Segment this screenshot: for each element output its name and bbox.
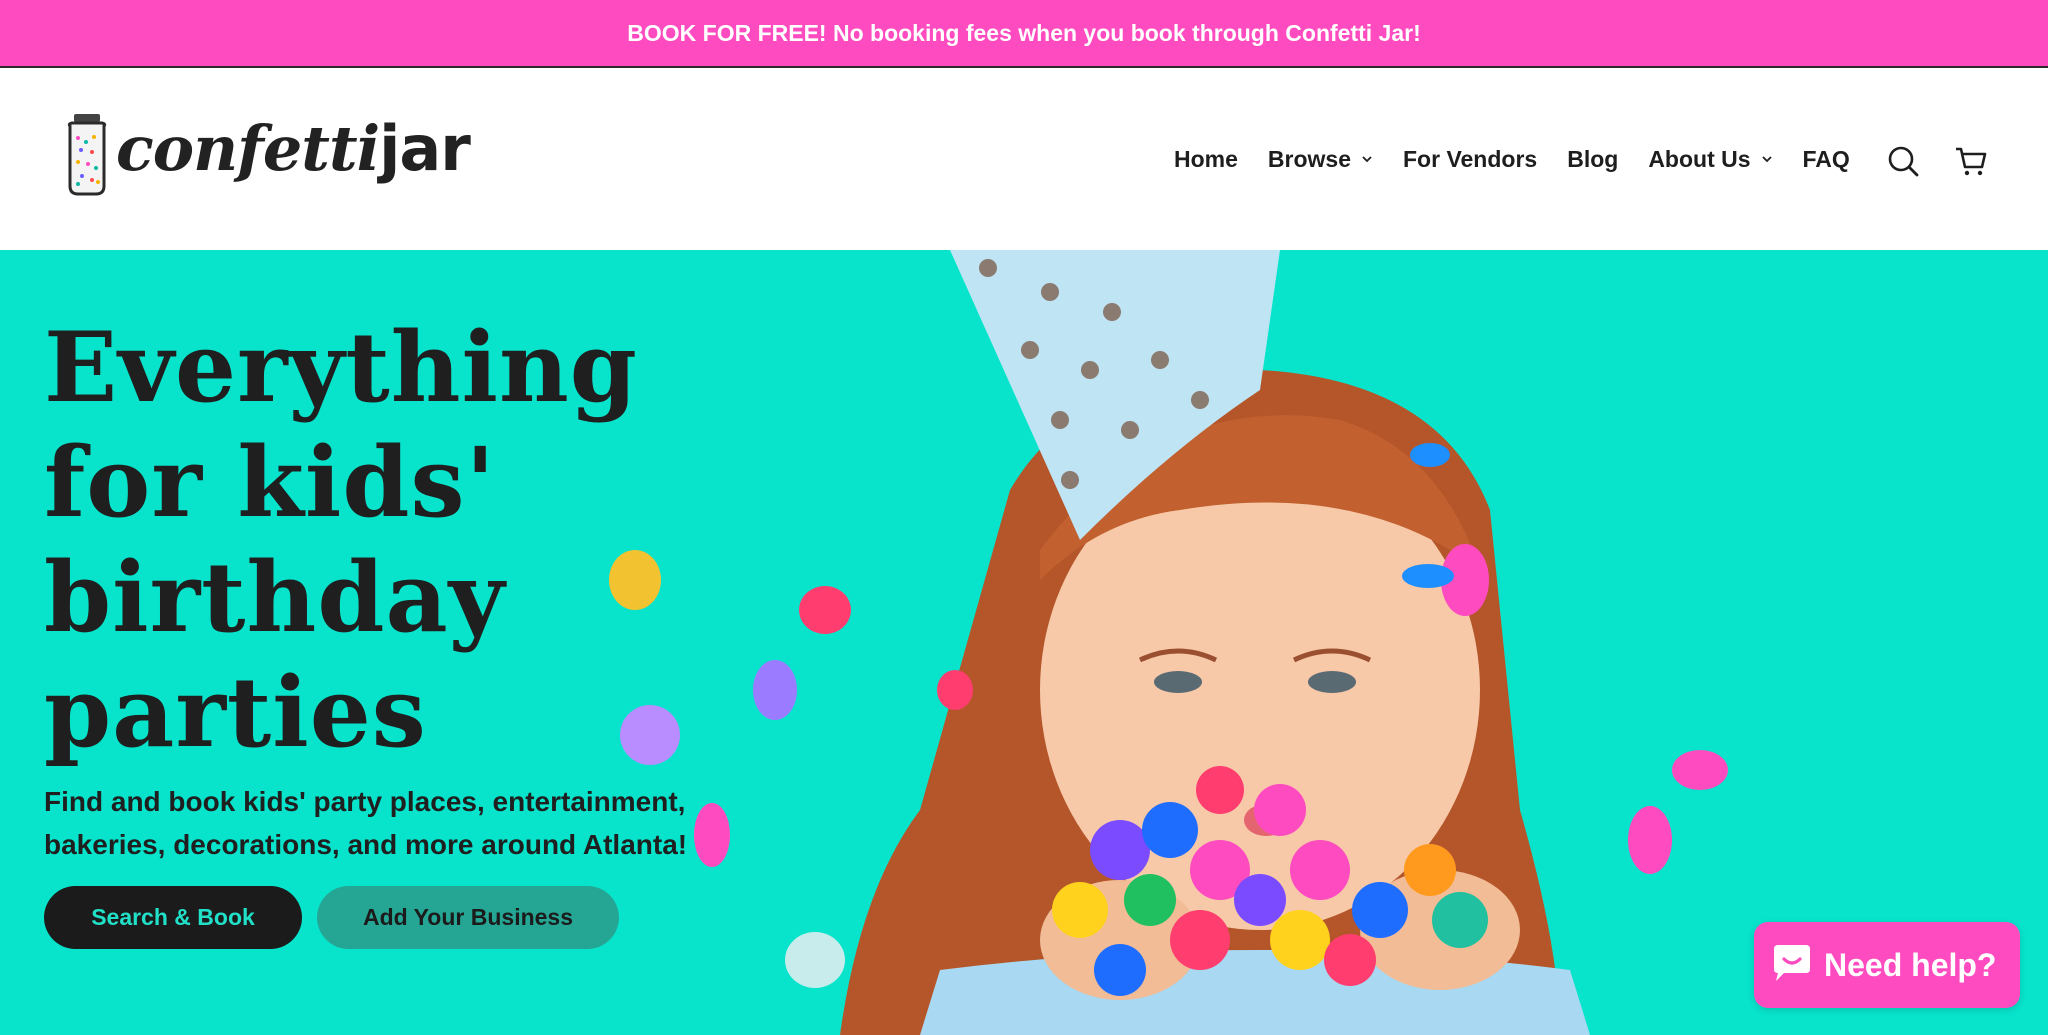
- chat-bubble-icon: [1774, 945, 1810, 981]
- nav-faq-label: FAQ: [1802, 145, 1850, 172]
- nav-blog[interactable]: Blog: [1567, 146, 1618, 173]
- search-icon[interactable]: [1886, 144, 1920, 178]
- jar-icon: [67, 114, 107, 196]
- nav-home-label: Home: [1174, 145, 1238, 172]
- nav-home[interactable]: Home: [1174, 146, 1238, 173]
- nav-about-us[interactable]: About Us: [1648, 146, 1772, 173]
- logo[interactable]: confettijar: [64, 104, 471, 214]
- chevron-down-icon: [1761, 156, 1772, 163]
- add-your-business-button[interactable]: Add Your Business: [317, 886, 619, 949]
- logo-word-jar: jar: [379, 112, 471, 185]
- need-help-chat-button[interactable]: Need help?: [1754, 922, 2020, 1008]
- logo-wordmark: confettijar: [116, 112, 471, 185]
- hero-title-line-3: birthday: [44, 541, 506, 654]
- announcement-text: BOOK FOR FREE! No booking fees when you …: [627, 19, 1421, 46]
- hero-title: Everything for kids' birthday parties: [44, 310, 704, 770]
- hero-title-line-1: Everything: [44, 311, 638, 424]
- main-nav: Home Browse For Vendors Blog About Us FA…: [1174, 68, 1880, 250]
- hero-photo: [609, 250, 1728, 1035]
- hero-title-line-4: parties: [44, 656, 427, 769]
- logo-word-confetti: confetti: [116, 112, 380, 185]
- chevron-down-icon: [1362, 156, 1372, 163]
- nav-browse[interactable]: Browse: [1268, 146, 1373, 173]
- hero-subtitle: Find and book kids' party places, entert…: [44, 780, 764, 866]
- nav-for-vendors-label: For Vendors: [1403, 145, 1538, 172]
- hero-title-line-2: for kids': [44, 426, 496, 539]
- hero-subtitle-line-2: bakeries, decorations, and more around A…: [44, 829, 688, 860]
- need-help-label: Need help?: [1824, 946, 1997, 983]
- cart-icon[interactable]: [1954, 144, 1988, 178]
- nav-blog-label: Blog: [1567, 145, 1619, 172]
- search-and-book-button[interactable]: Search & Book: [44, 886, 302, 949]
- hero-subtitle-line-1: Find and book kids' party places, entert…: [44, 786, 686, 817]
- nav-for-vendors[interactable]: For Vendors: [1403, 146, 1537, 173]
- announcement-bar: BOOK FOR FREE! No booking fees when you …: [0, 0, 2048, 68]
- search-and-book-label: Search & Book: [91, 904, 255, 930]
- nav-faq[interactable]: FAQ: [1803, 146, 1850, 173]
- nav-about-us-label: About Us: [1648, 145, 1751, 172]
- add-your-business-label: Add Your Business: [362, 904, 574, 930]
- nav-browse-label: Browse: [1267, 145, 1351, 172]
- hero-section: Everything for kids' birthday parties Fi…: [0, 250, 2048, 1035]
- site-header: confettijar Home Browse For Vendors Blog…: [0, 68, 2048, 250]
